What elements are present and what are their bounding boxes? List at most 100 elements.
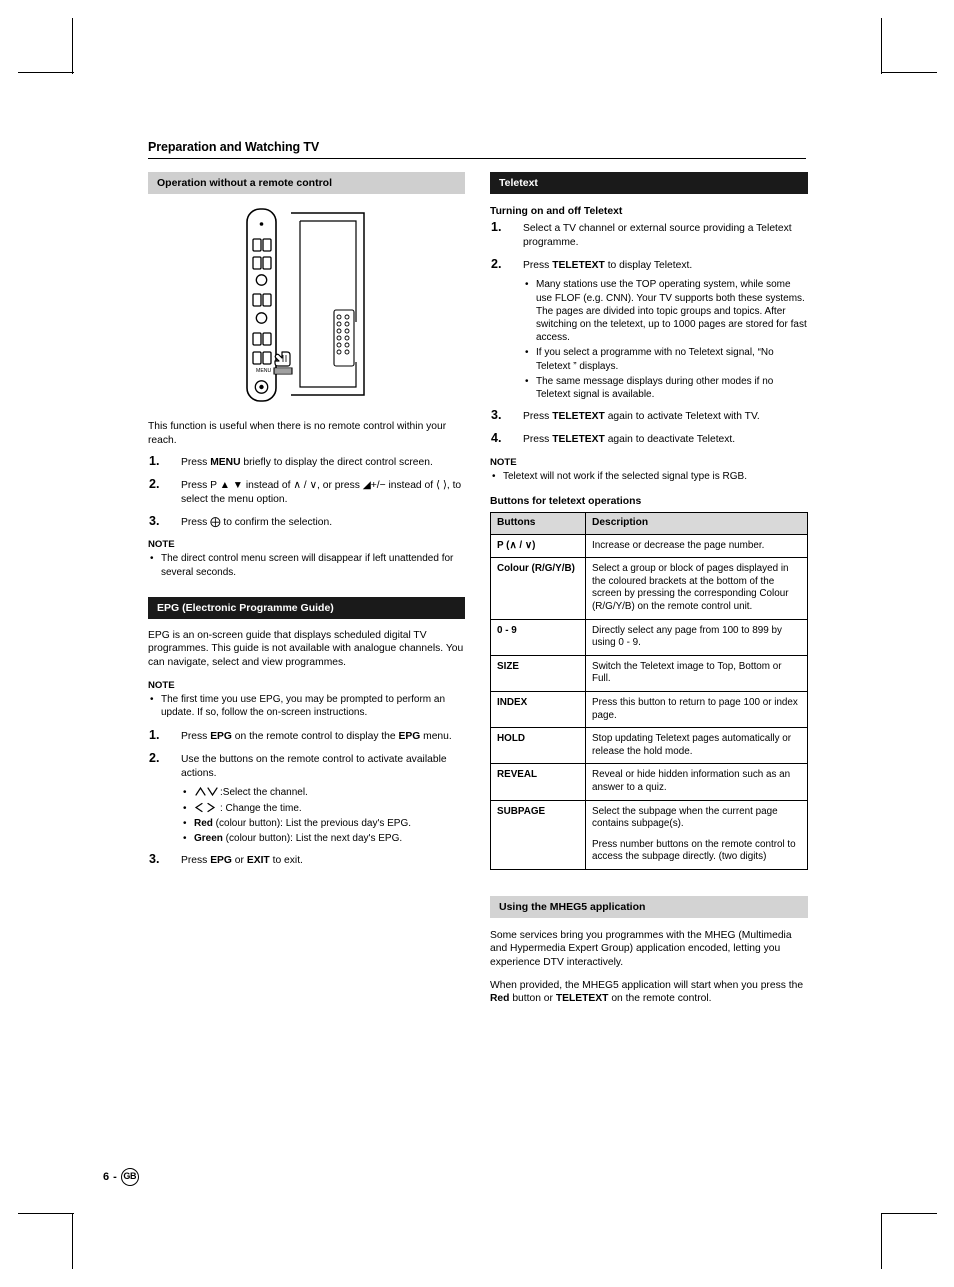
epg-bullet-select-channel: :Select the channel.	[181, 786, 465, 799]
section-header-teletext: Teletext	[490, 172, 808, 194]
teletext-step-3-bold: TELETEXT	[552, 411, 605, 423]
epg-step-3: 3. Press EPG or EXIT to exit.	[148, 852, 465, 868]
crop-mark-bl-h	[18, 1213, 74, 1215]
page-number: 6	[103, 1171, 110, 1183]
table-cell-desc: Stop updating Teletext pages automatical…	[585, 727, 808, 765]
epg-bullet-1-text: : Change the time.	[220, 802, 302, 814]
left-column: Operation without a remote control MENU …	[148, 172, 465, 877]
note-list-operation: The direct control menu screen will disa…	[148, 552, 465, 578]
teletext-step-4: 4. Press TELETEXT again to deactivate Te…	[490, 431, 808, 447]
epg-bullet-3-bold: Green	[194, 832, 223, 844]
page-title: Preparation and Watching TV	[148, 140, 806, 159]
teletext-bullet-2: The same message displays during other m…	[523, 375, 808, 401]
teletext-step-4-bold: TELETEXT	[552, 434, 605, 446]
step-3: 3. Press ⨁ to confirm the selection.	[148, 514, 465, 530]
crop-mark-tl-v	[72, 18, 74, 74]
note-label-epg: NOTE	[148, 679, 175, 691]
operation-steps-list: 1. Press MENU briefly to display the dir…	[148, 454, 465, 530]
table-cell-button: Colour (R/G/Y/B)	[490, 557, 586, 620]
step-1-number: 1.	[149, 454, 160, 469]
operation-intro-text: This function is useful when there is no…	[148, 421, 447, 446]
teletext-step-2-a: Press	[523, 259, 553, 271]
teletext-step-3-a: Press	[523, 411, 553, 423]
step-1-text-after: briefly to display the direct control sc…	[240, 457, 433, 469]
teletext-bullet-0: Many stations use the TOP operating syst…	[523, 278, 808, 344]
teletext-step-3-number: 3.	[491, 408, 502, 423]
table-cell-button: 0 - 9	[490, 618, 586, 656]
crop-mark-bl-v	[72, 1213, 74, 1269]
table-row: P (∧ / ∨) Increase or decrease the page …	[490, 533, 808, 559]
table-cell-button: INDEX	[490, 690, 586, 729]
table-header-description: Description	[585, 512, 808, 535]
mheg-p2-b: button or	[509, 993, 556, 1005]
mheg-p2-bold-red: Red	[490, 993, 510, 1005]
step-3-text: Press ⨁ to confirm the selection.	[181, 516, 333, 528]
table-cell-button: SIZE	[490, 654, 586, 692]
section-header-operation-without-remote: Operation without a remote control	[148, 172, 465, 194]
mheg-paragraph-2: When provided, the MHEG5 application wil…	[490, 979, 808, 1006]
table-row: REVEAL Reveal or hide hidden information…	[490, 763, 808, 801]
epg-bullet-change-time: : Change the time.	[181, 802, 465, 815]
table-cell-desc-p2: Press number buttons on the remote contr…	[592, 838, 796, 863]
note-list-epg: The first time you use EPG, you may be p…	[148, 693, 465, 719]
table-header-row: Buttons Description	[490, 512, 808, 535]
note-item-epg: The first time you use EPG, you may be p…	[148, 693, 465, 719]
table-cell-desc: Directly select any page from 100 to 899…	[585, 618, 808, 656]
section-header-mheg5: Using the MHEG5 application	[490, 895, 808, 918]
epg-step-1-a: Press	[181, 730, 211, 742]
epg-step-2-bullets: :Select the channel. : Change the time. …	[181, 786, 465, 845]
region-badge: GB	[120, 1168, 139, 1186]
crop-mark-tr-v	[881, 18, 883, 74]
crop-mark-tr-h	[881, 72, 937, 74]
subheading-turning-on-off-teletext: Turning on and off Teletext	[490, 206, 623, 217]
table-row: 0 - 9 Directly select any page from 100 …	[490, 618, 808, 656]
table-cell-button: P (∧ / ∨)	[490, 533, 586, 559]
step-1-bold: MENU	[210, 457, 241, 469]
epg-bullet-2-text: (colour button): List the previous day's…	[212, 817, 412, 829]
teletext-step-4-b: again to deactivate Teletext.	[604, 434, 736, 446]
epg-step-3-bold: EPG	[210, 855, 232, 867]
epg-step-2-number: 2.	[149, 750, 160, 765]
table-row: HOLD Stop updating Teletext pages automa…	[490, 727, 808, 765]
table-cell-button: SUBPAGE	[490, 799, 586, 870]
teletext-bullet-1: If you select a programme with no Telete…	[523, 346, 808, 372]
epg-step-1-c: menu.	[420, 730, 452, 742]
step-1-text-before: Press	[181, 457, 211, 469]
left-right-arrow-icon	[194, 802, 220, 813]
mheg-p2-c: on the remote control.	[608, 993, 712, 1005]
epg-step-3-c: to exit.	[269, 855, 303, 867]
epg-step-2-text: Use the buttons on the remote control to…	[181, 753, 447, 779]
step-2: 2. Press P ▲ ▼ instead of ∧ / ∨, or pres…	[148, 477, 465, 507]
note-label-operation: NOTE	[148, 539, 175, 551]
table-header-buttons: Buttons	[490, 512, 586, 535]
table-cell-desc: Select the subpage when the current page…	[585, 799, 808, 870]
mheg-p2-a: When provided, the MHEG5 application wil…	[490, 979, 804, 991]
table-row: SIZE Switch the Teletext image to Top, B…	[490, 654, 808, 692]
crop-mark-tl-h	[18, 72, 74, 74]
epg-steps-list: 1. Press EPG on the remote control to di…	[148, 728, 465, 868]
subheading-buttons-for-teletext: Buttons for teletext operations	[490, 496, 642, 508]
page-canvas: Preparation and Watching TV Operation wi…	[0, 0, 954, 1287]
teletext-step-3: 3. Press TELETEXT again to activate Tele…	[490, 408, 808, 424]
page-content: Preparation and Watching TV Operation wi…	[148, 140, 808, 1210]
right-column: Teletext Turning on and off Teletext 1. …	[490, 172, 808, 1015]
epg-step-1-bold2: EPG	[398, 730, 421, 742]
note-list-teletext: Teletext will not work if the selected s…	[490, 470, 808, 483]
teletext-step-1-text: Select a TV channel or external source p…	[523, 223, 792, 248]
mheg-p2-bold-teletext: TELETEXT	[555, 993, 609, 1005]
epg-bullet-2-bold: Red	[194, 817, 213, 829]
teletext-step-3-b: again to activate Teletext with TV.	[604, 411, 760, 423]
table-cell-desc: Press this button to return to page 100 …	[585, 690, 808, 729]
crop-mark-br-h	[881, 1213, 937, 1215]
epg-bullet-0-text: :Select the channel.	[220, 787, 308, 799]
teletext-steps-list: 1. Select a TV channel or external sourc…	[490, 220, 808, 447]
epg-step-3-bold2: EXIT	[246, 855, 270, 867]
teletext-buttons-table: Buttons Description P (∧ / ∨) Increase o…	[490, 512, 808, 870]
teletext-step-2-bullets: Many stations use the TOP operating syst…	[523, 278, 808, 401]
teletext-step-2-number: 2.	[491, 256, 502, 271]
epg-step-1-bold: EPG	[210, 730, 232, 742]
table-cell-desc-p1: Select the subpage when the current page…	[592, 805, 778, 830]
crop-mark-br-v	[881, 1213, 883, 1269]
epg-bullet-green: Green (colour button): List the next day…	[181, 832, 465, 845]
table-row: Colour (R/G/Y/B) Select a group or block…	[490, 557, 808, 620]
